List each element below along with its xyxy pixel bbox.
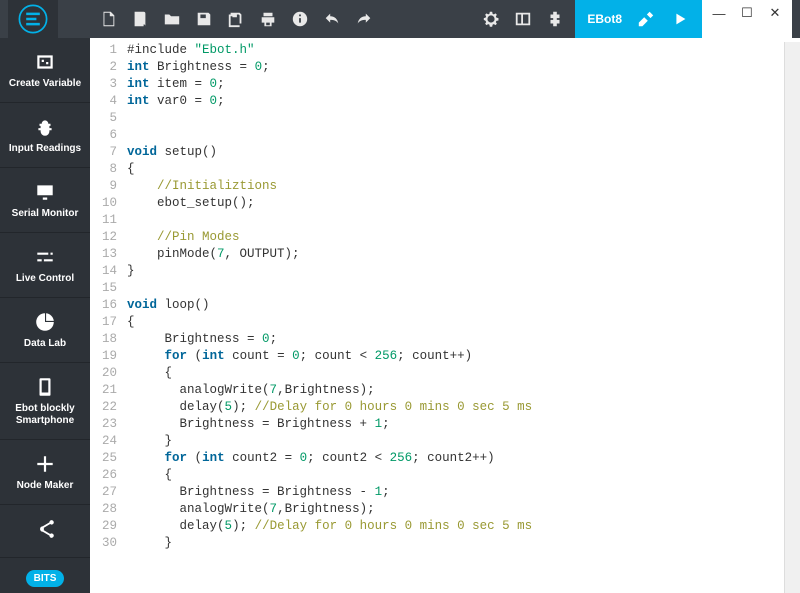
info-icon[interactable] xyxy=(290,9,310,29)
save-all-icon[interactable] xyxy=(226,9,246,29)
brand-badge: BITS xyxy=(26,570,65,587)
tools-icon[interactable] xyxy=(636,9,656,29)
device-panel: EBot8 xyxy=(575,0,702,38)
device-name: EBot8 xyxy=(587,12,622,26)
piechart-icon xyxy=(33,310,57,334)
plus-icon xyxy=(33,452,57,476)
code-line[interactable] xyxy=(127,280,784,297)
save-icon[interactable] xyxy=(194,9,214,29)
sidebar-item-live-control[interactable]: Live Control xyxy=(0,233,90,298)
code-line[interactable]: int Brightness = 0; xyxy=(127,59,784,76)
code-line[interactable]: ebot_setup(); xyxy=(127,195,784,212)
sidebar-item-serial-monitor[interactable]: Serial Monitor xyxy=(0,168,90,233)
minimize-button[interactable]: ― xyxy=(712,6,726,20)
play-icon[interactable] xyxy=(670,9,690,29)
sidebar-item-label: Live Control xyxy=(16,273,74,285)
sidebar-item-label: Create Variable xyxy=(9,78,81,90)
monitor-icon xyxy=(33,180,57,204)
toolbar-file-group xyxy=(98,9,374,29)
code-line[interactable] xyxy=(127,212,784,229)
window-controls: ― ☐ ✕ xyxy=(702,0,792,38)
code-line[interactable]: delay(5); //Delay for 0 hours 0 mins 0 s… xyxy=(127,518,784,535)
sidebar-item-node-maker[interactable]: Node Maker xyxy=(0,440,90,505)
redo-icon[interactable] xyxy=(354,9,374,29)
code-line[interactable]: analogWrite(7,Brightness); xyxy=(127,501,784,518)
close-button[interactable]: ✕ xyxy=(768,6,782,20)
new-file-icon[interactable] xyxy=(98,9,118,29)
code-line[interactable]: } xyxy=(127,535,784,552)
toolbar-settings-group xyxy=(481,9,565,29)
code-line[interactable]: pinMode(7, OUTPUT); xyxy=(127,246,784,263)
sidebar-item-label: Input Readings xyxy=(9,143,81,155)
code-line[interactable]: //Pin Modes xyxy=(127,229,784,246)
layout-icon[interactable] xyxy=(513,9,533,29)
code-line[interactable]: void loop() xyxy=(127,297,784,314)
code-line[interactable]: analogWrite(7,Brightness); xyxy=(127,382,784,399)
sidebar-item-data-lab[interactable]: Data Lab xyxy=(0,298,90,363)
code-content[interactable]: #include "Ebot.h"int Brightness = 0;int … xyxy=(127,42,784,593)
code-line[interactable]: Brightness = 0; xyxy=(127,331,784,348)
code-line[interactable]: } xyxy=(127,263,784,280)
code-editor[interactable]: 1234567891011121314151617181920212223242… xyxy=(90,38,800,593)
print-icon[interactable] xyxy=(258,9,278,29)
code-line[interactable]: { xyxy=(127,467,784,484)
settings-icon[interactable] xyxy=(481,9,501,29)
maximize-button[interactable]: ☐ xyxy=(740,6,754,20)
code-line[interactable]: { xyxy=(127,161,784,178)
sidebar-item-label: Data Lab xyxy=(24,338,66,350)
code-line[interactable]: int item = 0; xyxy=(127,76,784,93)
vertical-scrollbar[interactable] xyxy=(784,42,800,593)
sliders-icon xyxy=(33,245,57,269)
sidebar: Create Variable Input Readings Serial Moni… xyxy=(0,38,90,593)
sidebar-item-label: Serial Monitor xyxy=(12,208,79,220)
code-line[interactable]: delay(5); //Delay for 0 hours 0 mins 0 s… xyxy=(127,399,784,416)
code-line[interactable]: for (int count = 0; count < 256; count++… xyxy=(127,348,784,365)
code-line[interactable]: { xyxy=(127,365,784,382)
open-icon[interactable] xyxy=(162,9,182,29)
code-line[interactable]: int var0 = 0; xyxy=(127,93,784,110)
code-line[interactable]: void setup() xyxy=(127,144,784,161)
sidebar-item-label: Ebot blockly Smartphone xyxy=(4,403,86,427)
sidebar-item-input-readings[interactable]: Input Readings xyxy=(0,103,90,168)
code-line[interactable]: for (int count2 = 0; count2 < 256; count… xyxy=(127,450,784,467)
code-line[interactable]: } xyxy=(127,433,784,450)
sidebar-item-connections[interactable] xyxy=(0,505,90,558)
code-line[interactable]: { xyxy=(127,314,784,331)
code-line[interactable]: Brightness = Brightness + 1; xyxy=(127,416,784,433)
undo-icon[interactable] xyxy=(322,9,342,29)
code-line[interactable] xyxy=(127,110,784,127)
sidebar-item-ebot-blockly[interactable]: Ebot blockly Smartphone xyxy=(0,363,90,440)
code-line[interactable]: #include "Ebot.h" xyxy=(127,42,784,59)
phone-icon xyxy=(33,375,57,399)
app-logo xyxy=(8,0,58,38)
code-line[interactable] xyxy=(127,127,784,144)
plugin-icon[interactable] xyxy=(545,9,565,29)
sidebar-item-label: Node Maker xyxy=(17,480,74,492)
toolbar: EBot8 ― ☐ ✕ xyxy=(0,0,800,38)
code-line[interactable]: //Initializtions xyxy=(127,178,784,195)
share-icon xyxy=(33,517,57,541)
line-gutter: 1234567891011121314151617181920212223242… xyxy=(96,42,127,593)
book-icon[interactable] xyxy=(130,9,150,29)
sidebar-item-create-variable[interactable]: Create Variable xyxy=(0,38,90,103)
variable-icon xyxy=(33,50,57,74)
bug-icon xyxy=(33,115,57,139)
code-line[interactable]: Brightness = Brightness - 1; xyxy=(127,484,784,501)
